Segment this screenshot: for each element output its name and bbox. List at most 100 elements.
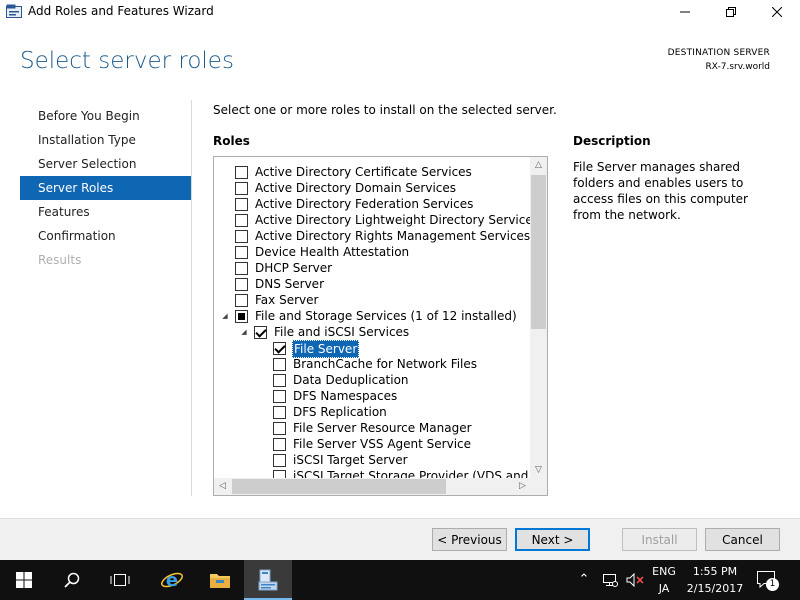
role-row[interactable]: BranchCache for Network Files bbox=[214, 356, 531, 372]
search-button[interactable] bbox=[48, 560, 96, 600]
nav-item-server-selection[interactable]: Server Selection bbox=[20, 152, 191, 176]
task-view-button[interactable] bbox=[96, 560, 144, 600]
role-checkbox[interactable] bbox=[235, 182, 248, 195]
role-checkbox[interactable] bbox=[273, 390, 286, 403]
role-checkbox[interactable] bbox=[235, 310, 248, 323]
vertical-scroll-thumb[interactable] bbox=[531, 175, 546, 329]
role-checkbox[interactable] bbox=[273, 422, 286, 435]
role-row[interactable]: Fax Server bbox=[214, 292, 531, 308]
language-secondary: JA bbox=[658, 582, 670, 595]
role-row[interactable]: DHCP Server bbox=[214, 260, 531, 276]
role-checkbox[interactable] bbox=[235, 294, 248, 307]
close-button[interactable] bbox=[754, 0, 800, 24]
role-row[interactable]: File Server Resource Manager bbox=[214, 420, 531, 436]
expander-collapse-icon[interactable]: ◢ bbox=[240, 324, 248, 340]
role-checkbox[interactable] bbox=[235, 262, 248, 275]
ie-icon: e bbox=[161, 570, 183, 591]
role-checkbox[interactable] bbox=[235, 246, 248, 259]
server-manager-button[interactable] bbox=[244, 560, 292, 600]
start-button[interactable] bbox=[0, 560, 48, 600]
role-row[interactable]: Data Deduplication bbox=[214, 372, 531, 388]
role-checkbox[interactable] bbox=[273, 438, 286, 451]
role-row[interactable]: ◢ File and Storage Services (1 of 12 inst… bbox=[214, 308, 531, 324]
internet-explorer-button[interactable]: e bbox=[148, 560, 196, 600]
description-heading: Description bbox=[573, 134, 651, 148]
nav-item-server-roles[interactable]: Server Roles bbox=[20, 176, 191, 200]
role-checkbox[interactable] bbox=[235, 166, 248, 179]
nav-item-installation-type[interactable]: Installation Type bbox=[20, 128, 191, 152]
role-checkbox[interactable] bbox=[254, 326, 267, 339]
scroll-down-icon[interactable]: ▽ bbox=[530, 462, 547, 479]
role-row[interactable]: Active Directory Certificate Services bbox=[214, 164, 531, 180]
restore-icon bbox=[726, 7, 736, 17]
role-row[interactable]: Active Directory Domain Services bbox=[214, 180, 531, 196]
notification-count-badge: 1 bbox=[766, 578, 779, 591]
install-button[interactable]: Install bbox=[622, 528, 697, 551]
file-explorer-icon bbox=[210, 574, 230, 588]
file-explorer-button[interactable] bbox=[196, 560, 244, 600]
task-view-icon bbox=[110, 574, 130, 586]
role-row[interactable]: File Server bbox=[214, 340, 531, 358]
nav-item-confirmation[interactable]: Confirmation bbox=[20, 224, 191, 248]
role-label: Fax Server bbox=[255, 293, 319, 307]
role-label: Device Health Attestation bbox=[255, 245, 410, 259]
next-button[interactable]: Next > bbox=[515, 528, 590, 551]
show-hidden-icons[interactable]: ⌃ bbox=[576, 572, 592, 587]
wizard-app-icon bbox=[6, 4, 22, 18]
role-row[interactable]: Active Directory Federation Services bbox=[214, 196, 531, 212]
nav-divider bbox=[191, 100, 192, 496]
nav-item-features[interactable]: Features bbox=[20, 200, 191, 224]
role-row[interactable]: File Server VSS Agent Service bbox=[214, 436, 531, 452]
role-row[interactable]: Device Health Attestation bbox=[214, 244, 531, 260]
cancel-button[interactable]: Cancel bbox=[705, 528, 780, 551]
volume-muted-icon[interactable] bbox=[626, 573, 644, 587]
role-label: Active Directory Certificate Services bbox=[255, 165, 472, 179]
scroll-right-icon[interactable]: ▷ bbox=[514, 478, 531, 495]
action-center-button[interactable]: 1 bbox=[756, 570, 780, 591]
role-row[interactable]: ◢ File and iSCSI Services bbox=[214, 324, 531, 340]
role-checkbox[interactable] bbox=[235, 278, 248, 291]
role-row[interactable]: DNS Server bbox=[214, 276, 531, 292]
role-row[interactable]: DFS Replication bbox=[214, 404, 531, 420]
role-checkbox[interactable] bbox=[235, 198, 248, 211]
role-row[interactable]: Active Directory Lightweight Directory S… bbox=[214, 212, 531, 228]
role-checkbox[interactable] bbox=[235, 230, 248, 243]
nav-item-results: Results bbox=[38, 253, 82, 267]
wizard-nav: Before You Begin Installation Type Server … bbox=[20, 104, 191, 272]
role-row[interactable]: iSCSI Target Server bbox=[214, 452, 531, 468]
horizontal-scrollbar[interactable]: ◁ ▷ bbox=[214, 478, 531, 495]
role-row[interactable]: Active Directory Rights Management Servi… bbox=[214, 228, 531, 244]
minimize-button[interactable] bbox=[662, 0, 708, 24]
role-checkbox[interactable] bbox=[273, 358, 286, 371]
role-label: Active Directory Lightweight Directory S… bbox=[255, 213, 531, 227]
role-label: DFS Namespaces bbox=[293, 389, 398, 403]
role-checkbox[interactable] bbox=[235, 214, 248, 227]
scroll-left-icon[interactable]: ◁ bbox=[214, 478, 231, 495]
language-primary: ENG bbox=[652, 565, 676, 578]
expander-collapse-icon[interactable]: ◢ bbox=[221, 308, 229, 324]
role-checkbox[interactable] bbox=[273, 374, 286, 387]
clock-date: 2/15/2017 bbox=[686, 582, 744, 595]
vertical-scrollbar[interactable]: △ ▽ bbox=[530, 157, 547, 479]
nav-item-before-you-begin[interactable]: Before You Begin bbox=[20, 104, 191, 128]
horizontal-scroll-thumb[interactable] bbox=[232, 479, 446, 494]
roles-tree[interactable]: Active Directory Certificate Services Act… bbox=[213, 156, 548, 496]
scroll-up-icon[interactable]: △ bbox=[530, 157, 547, 174]
role-label: File and iSCSI Services bbox=[274, 325, 410, 339]
role-checkbox[interactable] bbox=[273, 342, 286, 355]
role-label: Active Directory Rights Management Servi… bbox=[255, 229, 531, 243]
role-row[interactable]: DFS Namespaces bbox=[214, 388, 531, 404]
page-title: Select server roles bbox=[20, 48, 234, 74]
roles-list: Active Directory Certificate Services Act… bbox=[214, 157, 531, 479]
role-checkbox[interactable] bbox=[273, 454, 286, 467]
search-icon bbox=[64, 572, 80, 588]
role-label: iSCSI Target Server bbox=[293, 453, 408, 467]
role-label: File and Storage Services (1 of 12 insta… bbox=[255, 309, 517, 323]
role-label: Active Directory Federation Services bbox=[255, 197, 474, 211]
title-bar: Add Roles and Features Wizard bbox=[0, 0, 800, 24]
restore-button[interactable] bbox=[708, 0, 754, 24]
role-checkbox[interactable] bbox=[273, 406, 286, 419]
network-icon[interactable] bbox=[602, 573, 618, 587]
scroll-corner bbox=[530, 478, 547, 495]
previous-button[interactable]: < Previous bbox=[432, 528, 507, 551]
